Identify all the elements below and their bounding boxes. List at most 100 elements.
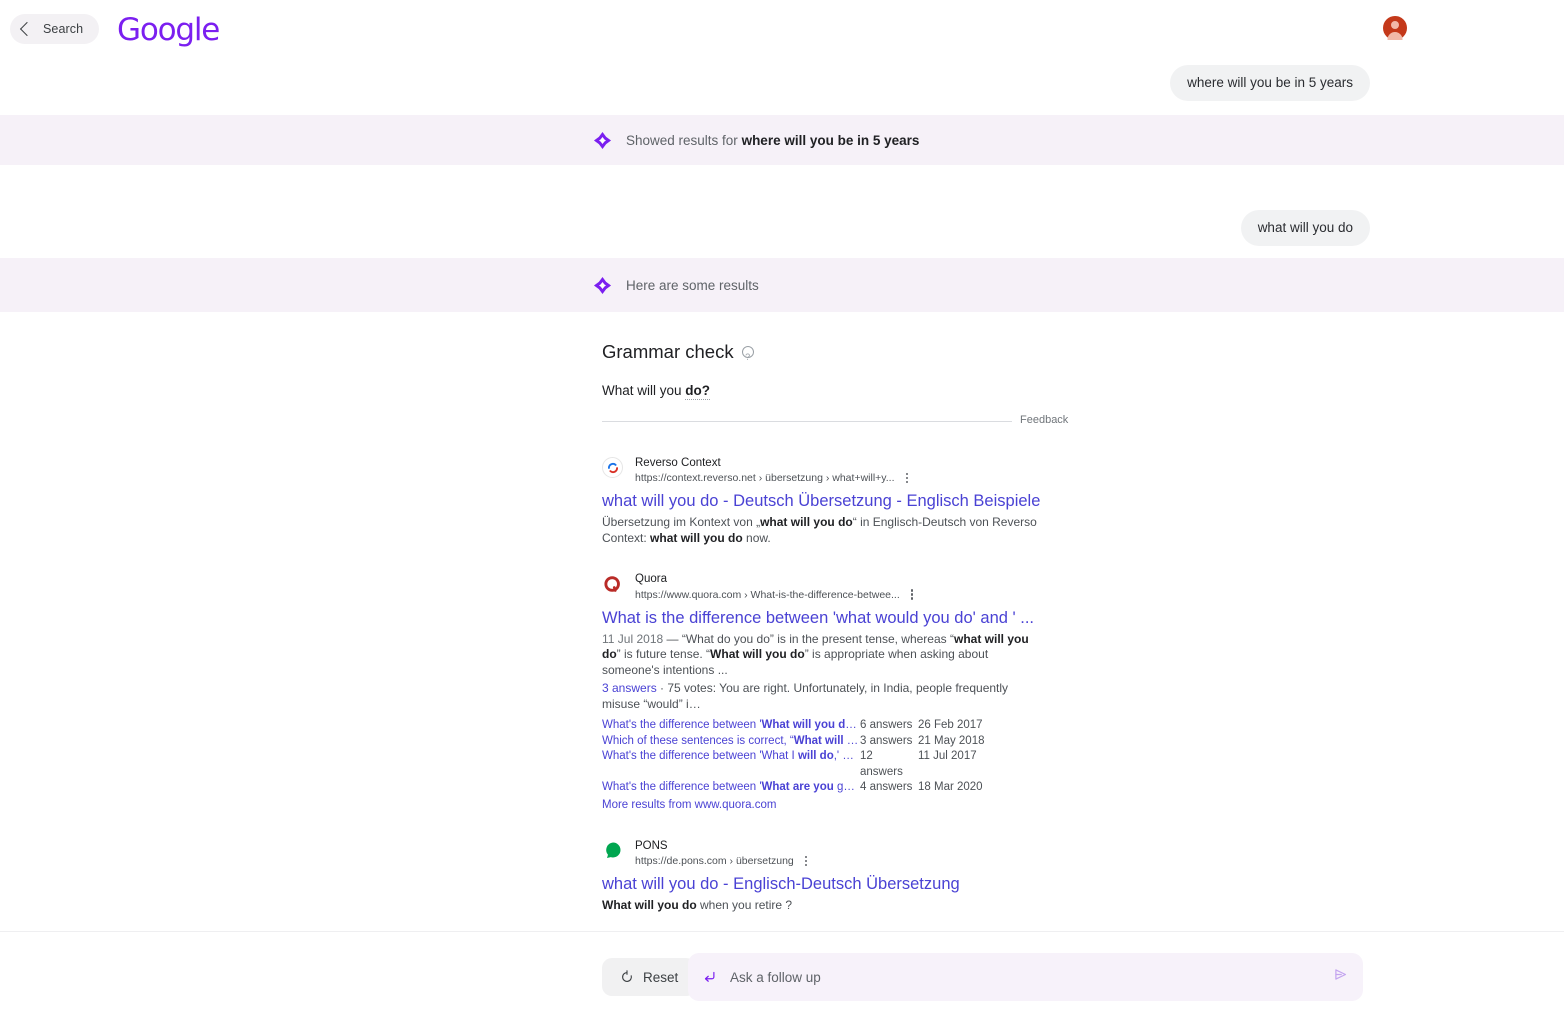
snippet-date: 11 Jul 2018	[602, 632, 663, 646]
sitelink-row: What's the difference between 'What I wi…	[602, 749, 1042, 780]
result-snippet: 11 Jul 2018 — “What do you do” is in the…	[602, 632, 1042, 679]
quora-favicon	[602, 573, 623, 594]
snippet-bold: what will you do	[650, 531, 743, 545]
sitelink-pre: Which of these sentences is correct, “	[602, 735, 794, 747]
return-arrow-icon	[702, 970, 717, 985]
result-url: https://www.quora.com › What-is-the-diff…	[635, 588, 900, 602]
grammar-check-title: Grammar check	[602, 340, 734, 364]
result-snippet: Übersetzung im Kontext von „what will yo…	[602, 515, 1042, 546]
google-logo[interactable]: Google	[117, 15, 219, 46]
sitelink-date: 18 Mar 2020	[918, 780, 983, 796]
ai-banner-text: Showed results for where will you be in …	[626, 132, 919, 149]
sitelink-bold: What will you do	[762, 719, 857, 731]
feedback-link[interactable]: Feedback	[1020, 414, 1068, 426]
sitelink-date: 11 Jul 2017	[918, 749, 977, 765]
result-site-info: PONS https://de.pons.com › übersetzung	[635, 838, 810, 868]
sitelink-count: 12 answers	[860, 749, 918, 780]
sitelink-label[interactable]: Which of these sentences is correct, “Wh…	[602, 734, 860, 750]
ai-response-banner: Showed results for where will you be in …	[0, 115, 1564, 165]
sitelink-pre: What's the difference between 'What I	[602, 750, 798, 762]
user-query-bubble: what will you do	[1241, 210, 1370, 246]
search-result: PONS https://de.pons.com › übersetzung w…	[602, 838, 1042, 914]
snippet-part: Übersetzung im Kontext von „	[602, 515, 760, 529]
sitelink-bold: What are you	[762, 781, 834, 793]
reset-button[interactable]: Reset	[602, 958, 696, 996]
sitelink-count: 3 answers	[860, 734, 918, 750]
grammar-sentence-prefix: What will you	[602, 383, 685, 398]
sitelink-row: What's the difference between 'What are …	[602, 780, 1042, 796]
snippet-bold: what will you do	[760, 515, 853, 529]
chevron-left-icon	[20, 22, 34, 36]
results-column: Grammar check What will you do? Feedback	[602, 340, 1042, 932]
sitelink-date: 21 May 2018	[918, 734, 985, 750]
result-options-kebab-icon[interactable]	[903, 471, 911, 485]
sitelink-count: 6 answers	[860, 718, 918, 734]
pons-favicon	[602, 840, 623, 861]
result-url: https://de.pons.com › übersetzung	[635, 854, 794, 868]
sitelink-bold: will do	[798, 750, 834, 762]
result-url-row: https://de.pons.com › übersetzung	[635, 854, 810, 868]
search-result: Quora https://www.quora.com › What-is-th…	[602, 571, 1042, 812]
sitelink-post: ,' and ...	[834, 750, 860, 762]
avatar[interactable]	[1383, 16, 1407, 40]
result-options-kebab-icon[interactable]	[802, 854, 810, 868]
ai-banner-inner: Showed results for where will you be in …	[593, 131, 919, 150]
grammar-check-sentence: What will you do?	[602, 382, 1042, 400]
sitelink-post: going to ...	[834, 781, 860, 793]
user-query-bubble: where will you be in 5 years	[1170, 65, 1370, 101]
reset-button-label: Reset	[643, 970, 678, 985]
result-header: Reverso Context https://context.reverso.…	[602, 455, 1042, 485]
sitelink-label[interactable]: What's the difference between 'What I wi…	[602, 749, 860, 765]
ai-banner-text: Here are some results	[626, 277, 759, 294]
back-to-search-button[interactable]: Search	[10, 14, 99, 44]
sitelink-row: Which of these sentences is correct, “Wh…	[602, 734, 1042, 750]
follow-up-placeholder: Ask a follow up	[730, 970, 821, 985]
ai-response-banner: Here are some results	[0, 258, 1564, 312]
refresh-icon	[620, 970, 634, 984]
help-circle-icon[interactable]	[742, 346, 754, 358]
follow-up-input[interactable]: Ask a follow up	[688, 953, 1363, 1001]
result-url-row: https://www.quora.com › What-is-the-diff…	[635, 587, 916, 601]
result-title-link[interactable]: What is the difference between 'what wou…	[602, 607, 1042, 629]
sitelink-bold: What will you	[794, 735, 860, 747]
grammar-check-heading: Grammar check	[602, 340, 1042, 364]
sitelink-table: What's the difference between 'What will…	[602, 718, 1042, 813]
grammar-correction[interactable]: do?	[685, 383, 710, 400]
answers-count[interactable]: 3 answers	[602, 681, 657, 695]
sparkle-icon	[593, 131, 612, 150]
divider	[602, 421, 1012, 422]
result-snippet: What will you do when you retire ?	[602, 898, 1042, 914]
result-header: Quora https://www.quora.com › What-is-th…	[602, 571, 1042, 601]
result-title-link[interactable]: what will you do - Englisch-Deutsch Über…	[602, 873, 1042, 895]
sitelink-label[interactable]: What's the difference between 'What are …	[602, 780, 860, 796]
ai-banner-emphasis: where will you be in 5 years	[742, 133, 920, 148]
votes-text: · 75 votes: You are right. Unfortunately…	[602, 681, 1008, 711]
snippet-part: now.	[743, 531, 771, 545]
sitelink-row: What's the difference between 'What will…	[602, 718, 1042, 734]
sitelink-label[interactable]: What's the difference between 'What will…	[602, 718, 860, 734]
result-options-kebab-icon[interactable]	[908, 587, 916, 601]
snippet-part: when you retire ?	[697, 898, 792, 912]
ai-mode-search-page: Search Google where will you be in 5 yea…	[0, 0, 1564, 1011]
snippet-bold: What will you do	[710, 647, 805, 661]
snippet-bold: What will you do	[602, 898, 697, 912]
top-bar: Search Google	[0, 0, 1564, 60]
more-results-link[interactable]: More results from www.quora.com	[602, 797, 1042, 813]
result-header: PONS https://de.pons.com › übersetzung	[602, 838, 1042, 868]
result-site-name: Reverso Context	[635, 457, 721, 469]
sparkle-icon	[593, 276, 612, 295]
grammar-check-footer: Feedback	[602, 414, 1042, 430]
result-title-link[interactable]: what will you do - Deutsch Übersetzung -…	[602, 490, 1042, 512]
reverso-favicon	[602, 457, 623, 478]
result-answers-line: 3 answers · 75 votes: You are right. Unf…	[602, 681, 1042, 712]
back-button-label: Search	[43, 22, 83, 36]
send-button[interactable]	[1332, 966, 1349, 988]
search-result: Reverso Context https://context.reverso.…	[602, 455, 1042, 546]
result-site-info: Quora https://www.quora.com › What-is-th…	[635, 571, 916, 601]
avatar-body	[1388, 32, 1403, 40]
result-site-name: Quora	[635, 573, 667, 585]
result-url: https://context.reverso.net › übersetzun…	[635, 471, 895, 485]
snippet-part: — “What do you do” is in the present ten…	[663, 632, 954, 646]
sitelink-pre: What's the difference between '	[602, 719, 762, 731]
results-panel: Grammar check What will you do? Feedback	[0, 312, 1564, 932]
